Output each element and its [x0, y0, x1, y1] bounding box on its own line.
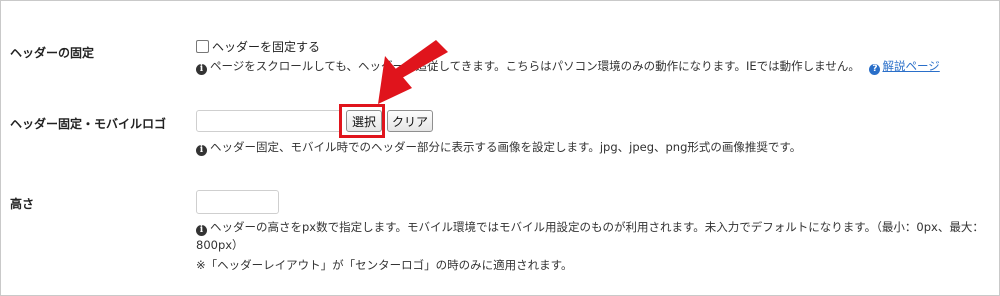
red-arrow-annotation — [378, 40, 448, 104]
arrow-shaft — [394, 40, 448, 78]
